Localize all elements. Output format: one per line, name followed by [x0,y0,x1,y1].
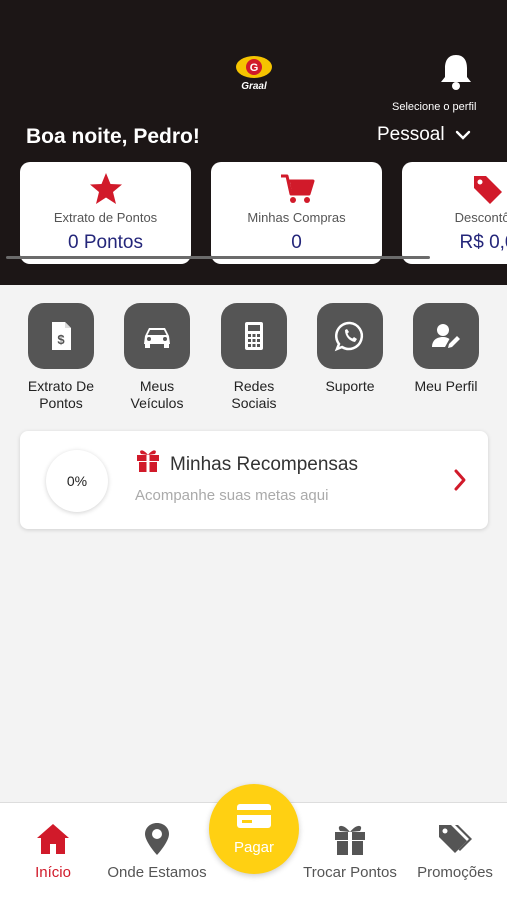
gift-icon [137,450,159,472]
tags-icon [473,176,502,204]
calculator-icon [245,322,263,350]
graal-logo: G Graal [236,56,272,92]
nav-promotions[interactable]: Promoções [400,821,507,881]
card-points-statement[interactable]: Extrato de Pontos 0 Pontos [20,162,191,264]
action-label: Extrato De Pontos [27,378,95,411]
user-edit-icon [432,324,460,348]
chevron-right-icon[interactable] [452,468,468,492]
action-button[interactable] [221,303,287,369]
tags-icon [439,825,472,853]
rewards-title: Minhas Recompensas [170,454,358,475]
rewards-progress: 0% [46,450,108,512]
action-profile[interactable]: Meu Perfil [396,303,496,395]
action-button[interactable]: $ [28,303,94,369]
action-button[interactable] [124,303,190,369]
card-discounts[interactable]: Descontôm R$ 0,0 [402,162,507,264]
pay-button[interactable]: Pagar [209,784,299,874]
action-label: Suporte [325,378,375,394]
bell-icon[interactable] [438,52,474,92]
profile-select-value: Pessoal [377,124,445,145]
summary-cards: Extrato de Pontos 0 Pontos Minhas Compra… [0,162,507,266]
card-value: R$ 0,0 [459,232,507,253]
greeting: Boa noite, Pedro! [26,125,200,148]
card-value: 0 [291,232,302,253]
card-label: Minhas Compras [247,210,346,225]
action-button[interactable] [317,303,383,369]
location-pin-icon [145,823,169,855]
rewards-subtitle: Acompanhe suas metas aqui [135,487,329,504]
header: G Graal Selecione o perfil Boa noite, Pe… [0,0,507,285]
action-vehicles[interactable]: Meus Veículos [107,303,207,412]
nav-exchange-points[interactable]: Trocar Pontos [295,821,405,881]
document-dollar-icon: $ [52,322,71,350]
cards-scroll-indicator [6,256,430,259]
select-profile-label: Selecione o perfil [392,101,477,113]
home-icon [37,824,69,854]
action-support[interactable]: Suporte [300,303,400,395]
card-label: Extrato de Pontos [53,210,158,225]
gift-icon [335,825,365,855]
svg-text:G: G [250,62,259,74]
star-icon [89,173,122,204]
nav-label: Início [35,864,71,881]
card-value: 0 Pontos [68,232,143,253]
rewards-card[interactable]: 0% Minhas Recompensas Acompanhe suas met… [20,431,488,529]
action-label: Meus Veículos [130,378,184,411]
action-button[interactable] [413,303,479,369]
whatsapp-icon [334,321,364,352]
nav-label: Trocar Pontos [303,864,397,881]
credit-card-icon [237,804,271,828]
action-social[interactable]: Redes Sociais [204,303,304,412]
chevron-down-icon [455,130,470,140]
svg-text:$: $ [57,332,65,347]
action-label: Meu Perfil [414,378,478,394]
svg-text:Graal: Graal [241,81,267,92]
quick-actions: $ Extrato De Pontos Meus Veículos Redes … [0,303,507,418]
card-label: Descontôm [454,210,507,225]
nav-locations[interactable]: Onde Estamos [102,821,212,881]
cart-icon [280,174,314,203]
action-points-statement[interactable]: $ Extrato De Pontos [11,303,111,412]
pay-label: Pagar [233,839,275,856]
card-purchases[interactable]: Minhas Compras 0 [211,162,382,264]
nav-label: Onde Estamos [107,864,207,881]
nav-home[interactable]: Início [0,821,108,881]
car-icon [144,328,170,348]
nav-label: Promoções [417,864,493,881]
action-label: Redes Sociais [231,378,277,411]
profile-select[interactable]: Pessoal [377,124,471,146]
